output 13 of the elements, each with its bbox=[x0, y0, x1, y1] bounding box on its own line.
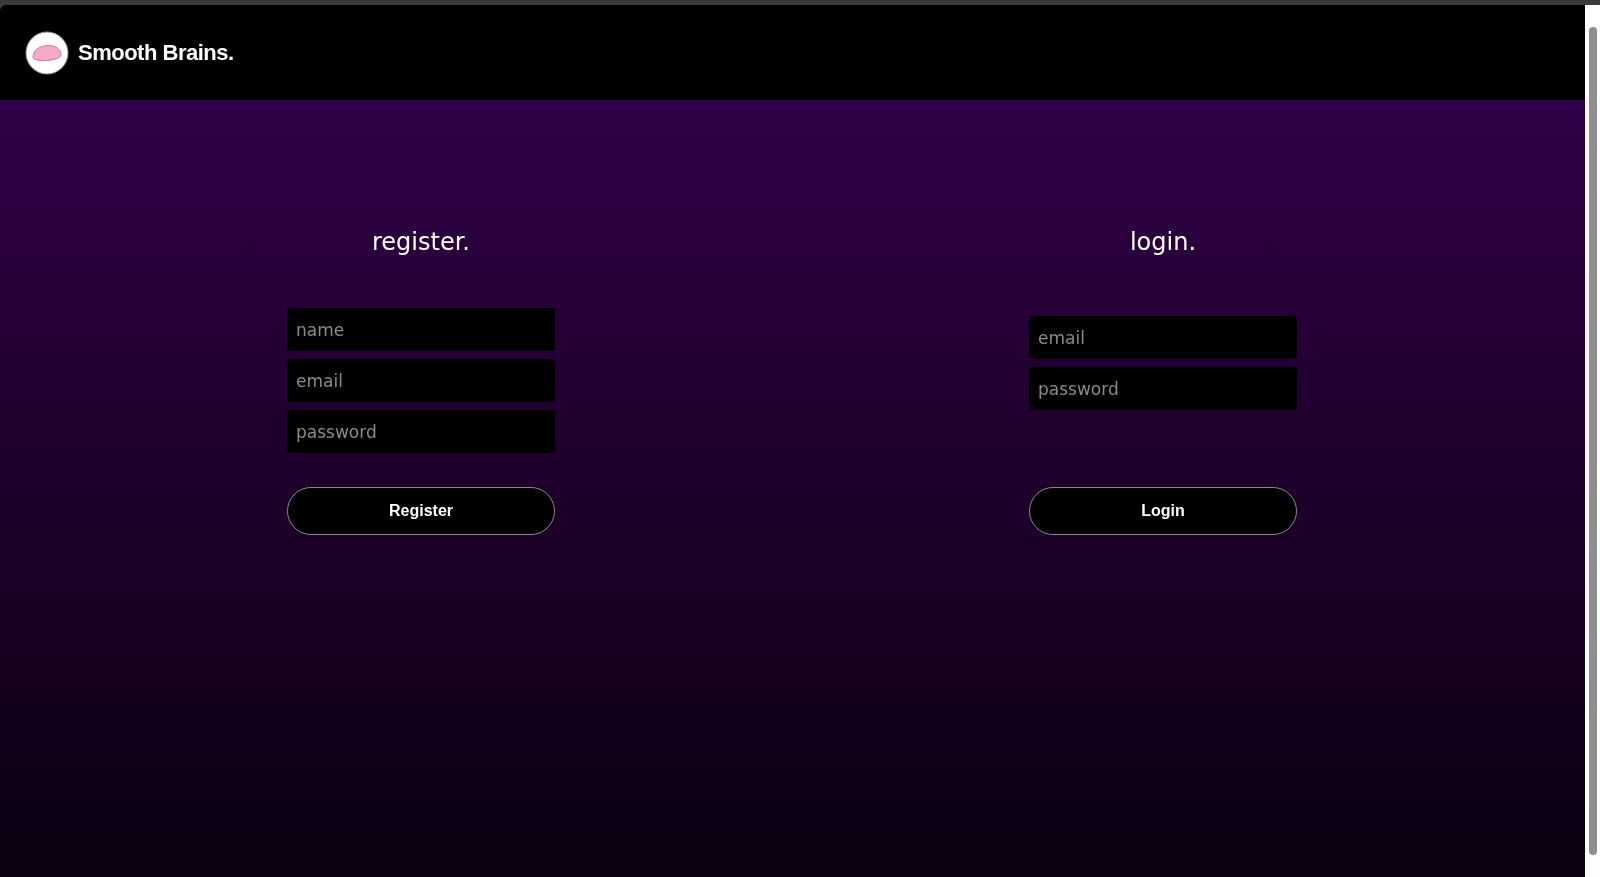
input-field[interactable]: email bbox=[1029, 316, 1297, 359]
form-title: register. bbox=[372, 228, 470, 258]
scrollbar[interactable] bbox=[1585, 5, 1600, 877]
submit-button[interactable]: Register bbox=[287, 487, 555, 535]
submit-button[interactable]: Login bbox=[1029, 487, 1297, 535]
brand-name: Smooth Brains. bbox=[78, 39, 234, 66]
input-field[interactable]: name bbox=[287, 308, 555, 351]
input-field[interactable]: password bbox=[287, 410, 555, 453]
input-field[interactable]: password bbox=[1029, 367, 1297, 410]
form-title: login. bbox=[1129, 228, 1197, 258]
input-field[interactable]: email bbox=[287, 359, 555, 402]
brain-logo-icon bbox=[25, 30, 69, 75]
scrollbar-thumb[interactable] bbox=[1588, 27, 1597, 855]
